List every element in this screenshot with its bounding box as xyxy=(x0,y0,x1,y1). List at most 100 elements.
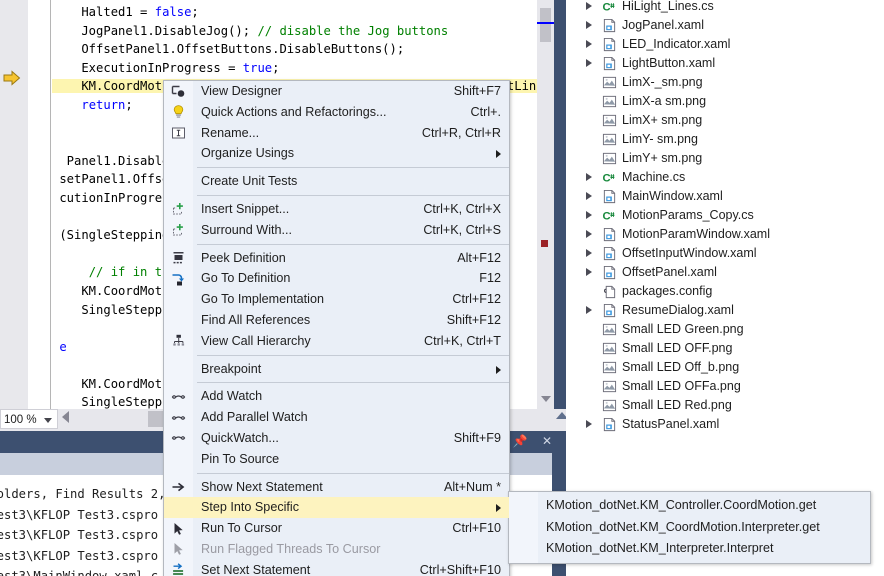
chevron-right-icon[interactable] xyxy=(586,420,592,428)
image-file-icon xyxy=(602,132,617,147)
solution-explorer-item-label: Small LED OFF.png xyxy=(622,339,732,358)
solution-explorer-item[interactable]: CMachine.cs xyxy=(566,168,884,187)
solution-explorer-item[interactable]: LimX-a sm.png xyxy=(566,92,884,111)
context-menu-item[interactable]: Show Next StatementAlt+Num * xyxy=(164,477,509,498)
solution-explorer[interactable]: CHiLight_Lines.csJogPanel.xamlLED_Indica… xyxy=(566,0,884,576)
context-menu-item[interactable]: Set Next StatementCtrl+Shift+F10 xyxy=(164,560,509,576)
solution-explorer-item[interactable]: LED_Indicator.xaml xyxy=(566,35,884,54)
chevron-right-icon[interactable] xyxy=(586,40,592,48)
chevron-right-icon[interactable] xyxy=(586,249,592,257)
close-icon[interactable]: ✕ xyxy=(542,434,552,448)
context-menu-item-shortcut: Ctrl+K, Ctrl+X xyxy=(423,199,501,220)
context-menu-item[interactable]: Rename...Ctrl+R, Ctrl+R xyxy=(164,123,509,144)
chevron-right-icon[interactable] xyxy=(586,268,592,276)
scroll-down-arrow-icon[interactable] xyxy=(541,396,551,402)
solution-explorer-item[interactable]: MainWindow.xaml xyxy=(566,187,884,206)
solution-explorer-item[interactable]: Small LED Green.png xyxy=(566,320,884,339)
solution-explorer-item[interactable]: OffsetPanel.xaml xyxy=(566,263,884,282)
context-menu-item[interactable]: Go To ImplementationCtrl+F12 xyxy=(164,289,509,310)
call-hierarchy-icon xyxy=(170,333,187,349)
chevron-right-icon[interactable] xyxy=(586,230,592,238)
find-result-line[interactable]: est3\MainWindow.xaml.c xyxy=(0,566,165,576)
find-result-line[interactable]: est3\KFLOP Test3.cspro xyxy=(0,525,165,546)
context-menu-item[interactable]: View DesignerShift+F7 xyxy=(164,81,509,102)
cursor-icon xyxy=(170,541,187,557)
submenu-item[interactable]: KMotion_dotNet.KM_CoordMotion.Interprete… xyxy=(509,517,870,539)
chevron-right-icon[interactable] xyxy=(586,21,592,29)
solution-explorer-item-label: MainWindow.xaml xyxy=(622,187,723,206)
submenu-item[interactable]: KMotion_dotNet.KM_Controller.CoordMotion… xyxy=(509,495,870,517)
solution-explorer-item-label: LimX+ sm.png xyxy=(622,111,702,130)
chevron-right-icon[interactable] xyxy=(586,173,592,181)
chevron-right-icon[interactable] xyxy=(586,211,592,219)
zoom-level-combo[interactable]: 100 % xyxy=(0,409,58,429)
chevron-right-icon[interactable] xyxy=(586,306,592,314)
solution-explorer-item-label: LED_Indicator.xaml xyxy=(622,35,730,54)
solution-explorer-item[interactable]: OffsetInputWindow.xaml xyxy=(566,244,884,263)
context-menu-item[interactable]: Go To DefinitionF12 xyxy=(164,268,509,289)
solution-explorer-item[interactable]: Small LED Off_b.png xyxy=(566,358,884,377)
image-file-icon xyxy=(602,151,617,166)
solution-explorer-item[interactable]: LimY+ sm.png xyxy=(566,149,884,168)
solution-explorer-item[interactable]: Small LED OFF.png xyxy=(566,339,884,358)
context-menu-item[interactable]: View Call HierarchyCtrl+K, Ctrl+T xyxy=(164,331,509,352)
context-menu-item[interactable]: Pin To Source xyxy=(164,449,509,470)
editor-vertical-scrollbar[interactable] xyxy=(537,0,554,410)
image-file-icon xyxy=(602,113,617,128)
code-line: Halted1 = false; xyxy=(52,3,534,22)
solution-explorer-item[interactable]: LimX+ sm.png xyxy=(566,111,884,130)
context-menu-item[interactable]: QuickWatch...Shift+F9 xyxy=(164,428,509,449)
visual-studio-window: Halted1 = false; JogPanel1.DisableJog();… xyxy=(0,0,884,576)
image-file-icon xyxy=(602,398,617,413)
solution-explorer-item[interactable]: CHiLight_Lines.cs xyxy=(566,0,884,16)
current-statement-arrow-icon xyxy=(3,70,21,86)
csharp-file-icon: C xyxy=(602,208,617,223)
solution-explorer-item[interactable]: LimY- sm.png xyxy=(566,130,884,149)
context-menu-item[interactable]: Insert Snippet...Ctrl+K, Ctrl+X xyxy=(164,199,509,220)
solution-explorer-item[interactable]: LimX-_sm.png xyxy=(566,73,884,92)
context-menu-item[interactable]: Create Unit Tests xyxy=(164,171,509,192)
chevron-right-icon[interactable] xyxy=(586,59,592,67)
xaml-file-icon xyxy=(602,37,617,52)
solution-explorer-item[interactable]: JogPanel.xaml xyxy=(566,16,884,35)
solution-explorer-item[interactable]: packages.config xyxy=(566,282,884,301)
scrollbar-caret-marker xyxy=(537,22,554,24)
context-menu-item[interactable]: Find All ReferencesShift+F12 xyxy=(164,310,509,331)
context-menu-item[interactable]: Add Parallel Watch xyxy=(164,407,509,428)
context-menu-item[interactable]: Run To CursorCtrl+F10 xyxy=(164,518,509,539)
code-token: true xyxy=(243,61,272,75)
solution-explorer-item[interactable]: CMotionParams_Copy.cs xyxy=(566,206,884,225)
pin-icon[interactable]: 📌 xyxy=(513,434,528,448)
context-menu-item-label: Breakpoint xyxy=(201,359,261,380)
solution-explorer-item[interactable]: MotionParamWindow.xaml xyxy=(566,225,884,244)
context-menu-item[interactable]: Peek DefinitionAlt+F12 xyxy=(164,248,509,269)
context-menu-item-label: QuickWatch... xyxy=(201,428,279,449)
solution-explorer-item-label: LimX-_sm.png xyxy=(622,73,703,92)
editor-breakpoint-gutter[interactable] xyxy=(0,0,28,424)
chevron-right-icon[interactable] xyxy=(586,192,592,200)
solution-explorer-item[interactable]: ResumeDialog.xaml xyxy=(566,301,884,320)
solution-explorer-item[interactable]: Small LED Red.png xyxy=(566,396,884,415)
scroll-left-arrow-icon[interactable] xyxy=(62,411,69,423)
submenu-item[interactable]: KMotion_dotNet.KM_Interpreter.Interpret xyxy=(509,538,870,560)
step-into-specific-submenu[interactable]: KMotion_dotNet.KM_Controller.CoordMotion… xyxy=(508,491,871,564)
editor-context-menu[interactable]: View DesignerShift+F7Quick Actions and R… xyxy=(163,80,510,576)
solution-explorer-item[interactable]: Small LED OFFa.png xyxy=(566,377,884,396)
find-result-line[interactable]: olders, Find Results 2, xyxy=(0,484,165,505)
find-result-line[interactable]: est3\KFLOP Test3.cspro xyxy=(0,546,165,567)
scrollbar-thumb[interactable] xyxy=(540,8,551,42)
menu-separator xyxy=(197,167,509,168)
xaml-file-icon xyxy=(602,18,617,33)
solution-explorer-item[interactable]: LightButton.xaml xyxy=(566,54,884,73)
csharp-file-icon: C xyxy=(602,0,617,14)
context-menu-item[interactable]: Add Watch xyxy=(164,386,509,407)
find-result-line[interactable]: est3\KFLOP Test3.cspro xyxy=(0,505,165,526)
context-menu-item[interactable]: Breakpoint xyxy=(164,359,509,380)
context-menu-item[interactable]: Step Into Specific xyxy=(164,497,509,518)
chevron-right-icon[interactable] xyxy=(586,2,592,10)
context-menu-item[interactable]: Organize Usings xyxy=(164,143,509,164)
context-menu-item[interactable]: Surround With...Ctrl+K, Ctrl+S xyxy=(164,220,509,241)
context-menu-item-label: Quick Actions and Refactorings... xyxy=(201,102,387,123)
solution-explorer-item[interactable]: StatusPanel.xaml xyxy=(566,415,884,434)
context-menu-item[interactable]: Quick Actions and Refactorings...Ctrl+. xyxy=(164,102,509,123)
